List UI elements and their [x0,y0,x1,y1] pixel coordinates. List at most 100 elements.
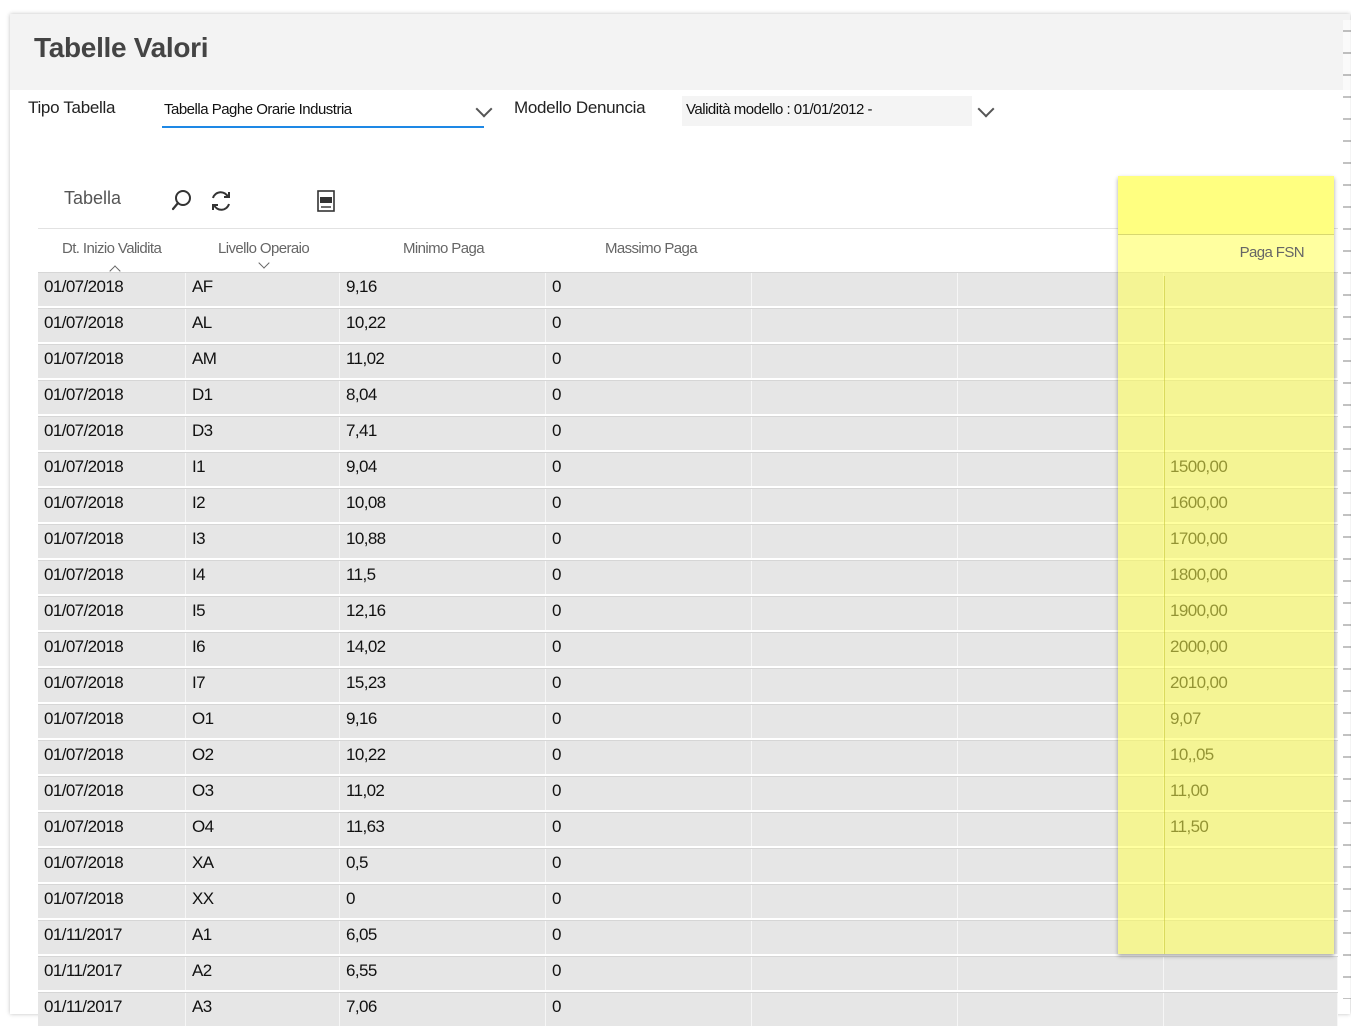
column-header-massimo[interactable]: Massimo Paga [605,240,698,257]
cell-livello[interactable]: A2 [186,957,340,990]
cell-empty[interactable] [752,741,958,774]
cell-livello[interactable]: I2 [186,489,340,522]
sort-desc-icon[interactable] [258,257,270,269]
cell-minimo[interactable]: 9,16 [340,705,546,738]
cell-massimo[interactable]: 0 [546,633,752,666]
cell-livello[interactable]: D1 [186,381,340,414]
cell-empty[interactable] [752,417,958,450]
cell-massimo[interactable]: 0 [546,345,752,378]
cell-minimo[interactable]: 10,22 [340,309,546,342]
column-header-minimo[interactable]: Minimo Paga [403,240,485,257]
cell-minimo[interactable]: 11,63 [340,813,546,846]
cell-minimo[interactable]: 11,02 [340,345,546,378]
cell-minimo[interactable]: 0 [340,885,546,918]
cell-minimo[interactable]: 8,04 [340,381,546,414]
cell-empty[interactable] [752,561,958,594]
cell-livello[interactable]: XA [186,849,340,882]
cell-empty[interactable] [752,777,958,810]
cell-dt-inizio[interactable]: 01/07/2018 [38,525,186,558]
cell-dt-inizio[interactable]: 01/07/2018 [38,813,186,846]
cell-massimo[interactable]: 0 [546,453,752,486]
cell-livello[interactable]: O2 [186,741,340,774]
cell-livello[interactable]: AF [186,273,340,306]
cell-massimo[interactable]: 0 [546,705,752,738]
cell-empty[interactable] [752,597,958,630]
cell-empty[interactable] [752,957,958,990]
cell-minimo[interactable]: 12,16 [340,597,546,630]
cell-dt-inizio[interactable]: 01/07/2018 [38,741,186,774]
cell-livello[interactable]: A1 [186,921,340,954]
cell-minimo[interactable]: 9,16 [340,273,546,306]
cell-massimo[interactable]: 0 [546,273,752,306]
column-header-paga-fsn[interactable]: Paga FSN [1240,244,1305,261]
cell-massimo[interactable]: 0 [546,525,752,558]
cell-massimo[interactable]: 0 [546,957,752,990]
cell-livello[interactable]: I7 [186,669,340,702]
cell-empty[interactable] [752,273,958,306]
cell-massimo[interactable]: 0 [546,849,752,882]
cell-minimo[interactable]: 7,41 [340,417,546,450]
cell-empty[interactable] [752,525,958,558]
cell-dt-inizio[interactable]: 01/07/2018 [38,417,186,450]
cell-dt-inizio[interactable]: 01/07/2018 [38,381,186,414]
cell-dt-inizio[interactable]: 01/11/2017 [38,921,186,954]
cell-empty[interactable] [752,381,958,414]
cell-livello[interactable]: O4 [186,813,340,846]
cell-massimo[interactable]: 0 [546,669,752,702]
cell-dt-inizio[interactable]: 01/07/2018 [38,453,186,486]
cell-empty[interactable] [752,705,958,738]
cell-livello[interactable]: O1 [186,705,340,738]
cell-dt-inizio[interactable]: 01/07/2018 [38,561,186,594]
tipo-tabella-select[interactable]: Tabella Paghe Orarie Industria [162,96,493,128]
column-header-livello[interactable]: Livello Operaio [218,240,310,257]
cell-livello[interactable]: AM [186,345,340,378]
cell-empty[interactable] [958,993,1164,1026]
cell-massimo[interactable]: 0 [546,561,752,594]
cell-empty[interactable] [752,309,958,342]
cell-empty[interactable] [752,453,958,486]
cell-livello[interactable]: I5 [186,597,340,630]
cell-minimo[interactable]: 14,02 [340,633,546,666]
table-row[interactable]: 01/11/2017 A2 6,55 0 [38,956,1338,990]
cell-empty[interactable] [752,885,958,918]
cell-dt-inizio[interactable]: 01/07/2018 [38,633,186,666]
cell-empty[interactable] [752,921,958,954]
cell-minimo[interactable]: 0,5 [340,849,546,882]
search-icon[interactable] [170,188,194,212]
cell-livello[interactable]: XX [186,885,340,918]
cell-minimo[interactable]: 7,06 [340,993,546,1026]
column-header-dt-inizio[interactable]: Dt. Inizio Validita [62,240,162,257]
cell-massimo[interactable]: 0 [546,309,752,342]
cell-massimo[interactable]: 0 [546,489,752,522]
cell-paga-fsn[interactable] [1164,957,1338,990]
cell-minimo[interactable]: 6,55 [340,957,546,990]
cell-empty[interactable] [752,489,958,522]
cell-dt-inizio[interactable]: 01/07/2018 [38,273,186,306]
cell-massimo[interactable]: 0 [546,597,752,630]
cell-minimo[interactable]: 9,04 [340,453,546,486]
cell-empty[interactable] [752,345,958,378]
cell-minimo[interactable]: 15,23 [340,669,546,702]
cell-empty[interactable] [752,849,958,882]
cell-dt-inizio[interactable]: 01/07/2018 [38,489,186,522]
cell-dt-inizio[interactable]: 01/07/2018 [38,777,186,810]
refresh-icon[interactable] [208,188,234,214]
cell-minimo[interactable]: 10,88 [340,525,546,558]
cell-massimo[interactable]: 0 [546,993,752,1026]
cell-livello[interactable]: D3 [186,417,340,450]
chevron-down-icon[interactable] [475,100,493,118]
cell-livello[interactable]: O3 [186,777,340,810]
cell-massimo[interactable]: 0 [546,381,752,414]
cell-empty[interactable] [752,669,958,702]
cell-massimo[interactable]: 0 [546,813,752,846]
cell-dt-inizio[interactable]: 01/07/2018 [38,309,186,342]
cell-massimo[interactable]: 0 [546,741,752,774]
cell-livello[interactable]: I1 [186,453,340,486]
cell-dt-inizio[interactable]: 01/11/2017 [38,993,186,1026]
cell-empty[interactable] [752,813,958,846]
cell-dt-inizio[interactable]: 01/07/2018 [38,597,186,630]
cell-dt-inizio[interactable]: 01/07/2018 [38,345,186,378]
table-row[interactable]: 01/11/2017 A3 7,06 0 [38,992,1338,1026]
csv-export-icon[interactable] [315,189,337,213]
cell-massimo[interactable]: 0 [546,885,752,918]
